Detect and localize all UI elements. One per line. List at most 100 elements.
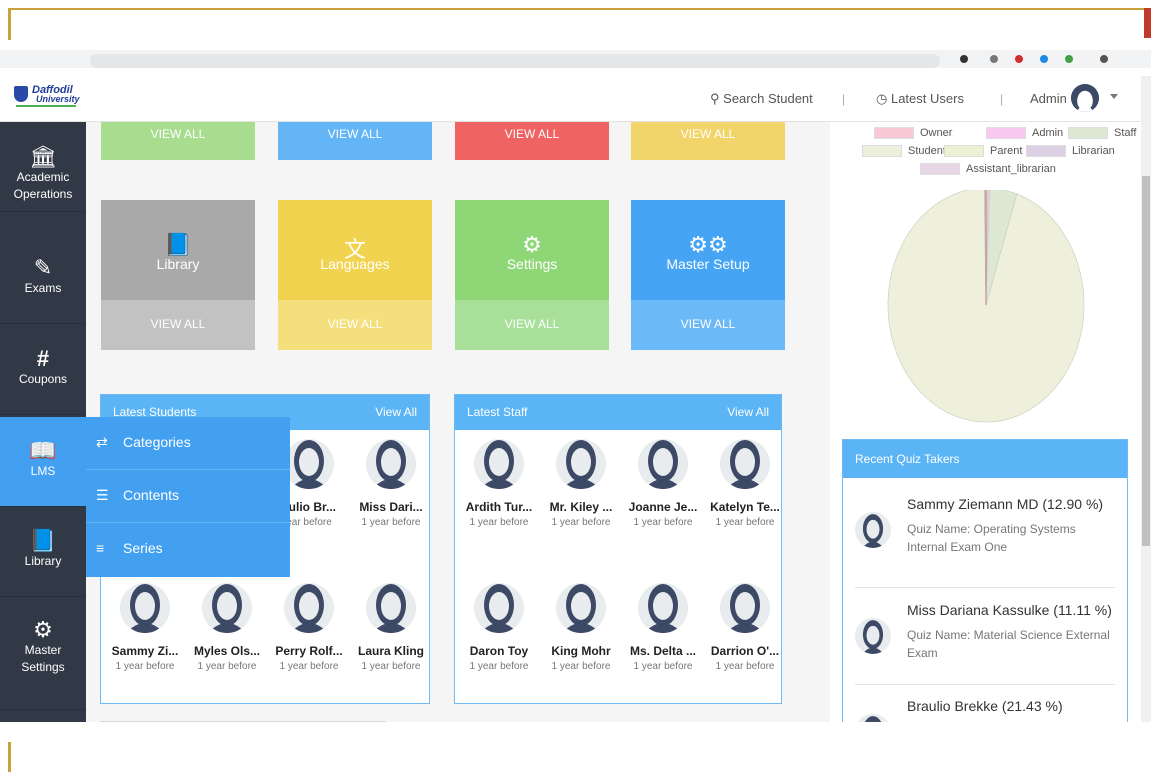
- quiz-row[interactable]: Sammy Ziemann MD (12.90 %) Quiz Name: Op…: [843, 486, 1127, 574]
- tile-settings[interactable]: ⚙ Settings VIEW ALL: [455, 200, 609, 350]
- person-card[interactable]: Katelyn Te... 1 year before: [705, 439, 785, 528]
- legend-label: Owner: [920, 127, 953, 139]
- person-card[interactable]: Sammy Zi... 1 year before: [105, 583, 185, 672]
- person-card[interactable]: Joanne Je... 1 year before: [623, 439, 703, 528]
- ext-icon-2[interactable]: [990, 55, 998, 63]
- person-name: Miss Dari...: [359, 500, 423, 514]
- tile-top-4[interactable]: VIEW ALL: [631, 122, 785, 160]
- vertical-scrollbar[interactable]: [1141, 76, 1151, 722]
- avatar: [720, 439, 770, 489]
- legend-swatch: [986, 127, 1026, 139]
- view-all-button[interactable]: VIEW ALL: [278, 122, 432, 160]
- view-all-button[interactable]: VIEW ALL: [631, 122, 785, 160]
- ext-icon-1[interactable]: [960, 55, 968, 63]
- legend-swatch: [944, 145, 984, 157]
- view-all-button[interactable]: VIEW ALL: [455, 122, 609, 160]
- logo-underline: [16, 105, 76, 107]
- person-name: Laura Kling: [357, 644, 424, 658]
- admin-avatar[interactable]: [1071, 84, 1099, 112]
- ext-icon-6[interactable]: [1100, 55, 1108, 63]
- tile-top-3[interactable]: VIEW ALL: [455, 122, 609, 160]
- tile-top-2[interactable]: VIEW ALL: [278, 122, 432, 160]
- latest-staff-panel: Latest Staff View All Ardith Tur... 1 yea…: [454, 394, 782, 704]
- legend-swatch: [1026, 145, 1066, 157]
- sidebar-item-coupons[interactable]: # Coupons: [0, 325, 86, 415]
- quiz-name: Quiz Name: Operating Systems Internal Ex…: [907, 522, 1076, 554]
- sidebar-item-master-settings[interactable]: ⚙ Master Settings: [0, 598, 86, 710]
- avatar: [284, 439, 334, 489]
- avatar: [120, 583, 170, 633]
- tile-library-header[interactable]: 📘 Library: [101, 200, 255, 300]
- chevron-down-icon[interactable]: [1110, 94, 1118, 99]
- legend-label: Student: [908, 145, 946, 157]
- legend-swatch: [1068, 127, 1108, 139]
- sidebar-item-lms[interactable]: 📖 LMS: [0, 417, 86, 507]
- view-all-button[interactable]: VIEW ALL: [631, 300, 785, 350]
- lms-menu-categories[interactable]: ⇄ Categories: [86, 417, 290, 470]
- person-card[interactable]: Miss Dari... 1 year before: [351, 439, 431, 528]
- lms-menu-series[interactable]: ≡ Series: [86, 523, 290, 576]
- lms-menu-label: Series: [123, 540, 163, 556]
- view-all-button[interactable]: VIEW ALL: [101, 122, 255, 160]
- person-card[interactable]: Perry Rolf... 1 year before: [269, 583, 349, 672]
- quiz-taker-name: Braulio Brekke (21.43 %): [907, 698, 1063, 714]
- person-card[interactable]: Daron Toy 1 year before: [459, 583, 539, 672]
- lms-menu-label: Contents: [123, 487, 180, 503]
- view-all-button[interactable]: VIEW ALL: [455, 300, 609, 350]
- ext-icon-4[interactable]: [1040, 55, 1048, 63]
- latest-users-label: Latest Users: [890, 91, 964, 106]
- address-bar[interactable]: [90, 54, 940, 68]
- quiz-row[interactable]: Miss Dariana Kassulke (11.11 %) Quiz Nam…: [843, 592, 1127, 680]
- avatar: [474, 583, 524, 633]
- person-card[interactable]: Myles Ols... 1 year before: [187, 583, 267, 672]
- legend-label: Admin: [1032, 127, 1064, 139]
- university-logo[interactable]: Daffodil University: [14, 84, 82, 108]
- avatar: [638, 583, 688, 633]
- tile-master-setup-header[interactable]: ⚙⚙ Master Setup: [631, 200, 785, 300]
- sidebar-item-exams[interactable]: ✎ Exams: [0, 234, 86, 324]
- quiz-row[interactable]: Braulio Brekke (21.43 %): [843, 688, 1127, 722]
- ext-icon-3[interactable]: [1015, 55, 1023, 63]
- shuffle-icon: ⇄: [96, 434, 108, 450]
- latest-users-link[interactable]: ◷ Latest Users: [876, 91, 964, 107]
- sidebar-item-library[interactable]: 📘 Library: [0, 507, 86, 597]
- tile-top-1[interactable]: VIEW ALL: [101, 122, 255, 160]
- avatar: [284, 583, 334, 633]
- gear-icon: ⚙: [522, 232, 542, 257]
- search-student-label: Search Student: [723, 91, 813, 106]
- legend-label: Parent: [990, 145, 1023, 157]
- person-time: 1 year before: [469, 661, 529, 672]
- sidebar: 🏛 Academic Operations ✎ Exams # Coupons …: [0, 122, 86, 722]
- legend-swatch: [862, 145, 902, 157]
- horizontal-divider: [100, 721, 386, 722]
- legend-label: Assistant_librarian: [966, 163, 1056, 175]
- users-pie-chart: [887, 190, 1085, 423]
- avatar: [556, 439, 606, 489]
- ext-icon-5[interactable]: [1065, 55, 1073, 63]
- view-all-link[interactable]: View All: [727, 395, 769, 430]
- person-card[interactable]: Ardith Tur... 1 year before: [459, 439, 539, 528]
- admin-label[interactable]: Admin: [1030, 91, 1067, 106]
- translate-icon: 文: [343, 237, 366, 262]
- view-all-button[interactable]: VIEW ALL: [101, 300, 255, 350]
- tile-library[interactable]: 📘 Library VIEW ALL: [101, 200, 255, 350]
- lms-menu-contents[interactable]: ☰ Contents: [86, 470, 290, 523]
- person-card[interactable]: Ms. Delta ... 1 year before: [623, 583, 703, 672]
- logo-shield-icon: [14, 86, 28, 102]
- view-all-link[interactable]: View All: [375, 395, 417, 430]
- tile-languages[interactable]: 文 Languages VIEW ALL: [278, 200, 432, 350]
- person-name: Perry Rolf...: [275, 644, 343, 658]
- person-card[interactable]: Darrion O'... 1 year before: [705, 583, 785, 672]
- panel-title: Recent Quiz Takers: [843, 440, 1127, 478]
- scrollbar-thumb[interactable]: [1142, 176, 1150, 546]
- person-card[interactable]: Laura Kling 1 year before: [351, 583, 431, 672]
- tile-languages-header[interactable]: 文 Languages: [278, 200, 432, 300]
- person-card[interactable]: King Mohr 1 year before: [541, 583, 621, 672]
- tile-settings-header[interactable]: ⚙ Settings: [455, 200, 609, 300]
- tile-master-setup[interactable]: ⚙⚙ Master Setup VIEW ALL: [631, 200, 785, 350]
- view-all-button[interactable]: VIEW ALL: [278, 300, 432, 350]
- person-card[interactable]: Mr. Kiley ... 1 year before: [541, 439, 621, 528]
- sidebar-item-academic-operations[interactable]: 🏛 Academic Operations: [0, 122, 86, 212]
- search-student-link[interactable]: ⚲ Search Student: [710, 91, 813, 107]
- avatar: [366, 439, 416, 489]
